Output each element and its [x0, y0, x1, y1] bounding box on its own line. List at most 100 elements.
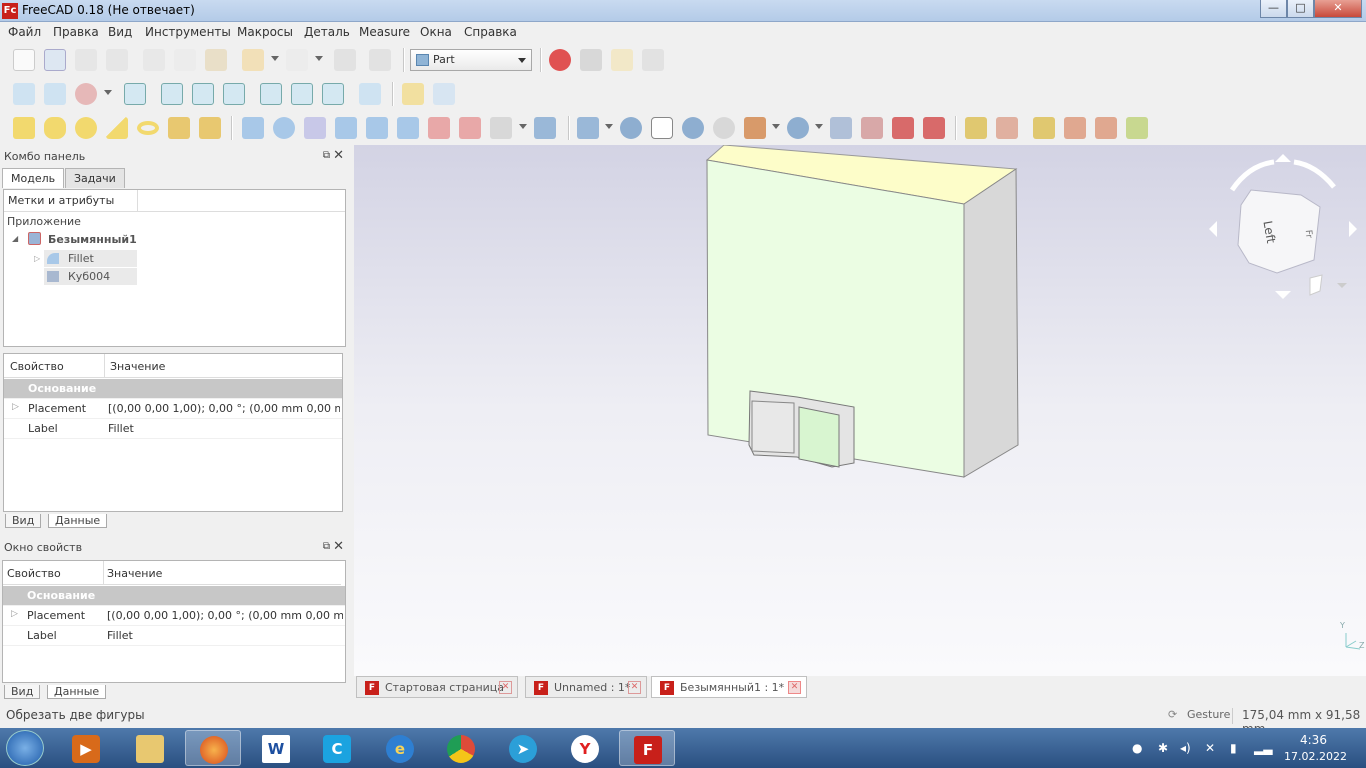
fit-selection-icon[interactable] — [44, 83, 66, 105]
boolean-icon[interactable] — [620, 117, 642, 139]
taskbar-telegram[interactable]: ➤ — [495, 730, 551, 766]
sphere-icon[interactable] — [75, 117, 97, 139]
split-icon[interactable] — [787, 117, 809, 139]
fit-all-icon[interactable] — [13, 83, 35, 105]
cone-icon[interactable] — [106, 117, 128, 139]
close-window-button[interactable]: ✕ — [1314, 0, 1362, 18]
run-macro-icon[interactable] — [642, 49, 664, 71]
menu-measure[interactable]: Measure — [359, 25, 410, 39]
cross-sections-icon[interactable] — [923, 117, 945, 139]
close-panel-icon[interactable]: ✕ — [333, 148, 344, 163]
save-as-icon[interactable] — [106, 49, 128, 71]
property-group-row[interactable]: Основание — [4, 379, 342, 399]
record-macro-icon[interactable] — [549, 49, 571, 71]
measure-linear-icon[interactable] — [965, 117, 987, 139]
3d-viewport[interactable]: Left Fr Y Z — [354, 144, 1366, 676]
sweep-icon[interactable] — [459, 117, 481, 139]
document-label[interactable]: Безымянный1 — [48, 233, 137, 246]
menu-file[interactable]: Файл — [8, 25, 41, 39]
common-icon[interactable] — [713, 117, 735, 139]
measure-toggle-delta-icon[interactable] — [1126, 117, 1148, 139]
taskbar-explorer[interactable] — [122, 730, 178, 766]
stop-macro-icon[interactable] — [580, 49, 602, 71]
undo-dropdown-icon[interactable] — [271, 56, 279, 61]
maximize-button[interactable]: □ — [1287, 0, 1314, 18]
menu-edit[interactable]: Правка — [53, 25, 99, 39]
split-dropdown-icon[interactable] — [815, 124, 823, 129]
join-dropdown-icon[interactable] — [772, 124, 780, 129]
bottom-view-icon[interactable] — [291, 83, 313, 105]
taskbar-yandex[interactable]: Y — [557, 730, 613, 766]
taskbar-chrome[interactable] — [433, 730, 489, 766]
menu-view[interactable]: Вид — [108, 25, 132, 39]
taskbar-chat-app[interactable]: C — [309, 730, 365, 766]
cut-icon[interactable] — [143, 49, 165, 71]
edit-macro-icon[interactable] — [611, 49, 633, 71]
primitives-icon[interactable] — [168, 117, 190, 139]
property-row-label[interactable]: Label Fillet — [3, 626, 345, 646]
close-panel-icon[interactable]: ✕ — [333, 539, 344, 554]
create-group-icon[interactable] — [433, 83, 455, 105]
defeaturing-icon[interactable] — [861, 117, 883, 139]
open-file-icon[interactable] — [44, 49, 66, 71]
redo-dropdown-icon[interactable] — [315, 56, 323, 61]
tab-view[interactable]: Вид — [4, 685, 41, 699]
property-row-label[interactable]: Label Fillet — [4, 419, 342, 439]
right-view-icon[interactable] — [223, 83, 245, 105]
expand-arrow-icon[interactable]: ▷ — [11, 609, 18, 619]
torus-icon[interactable] — [137, 121, 159, 135]
compound-icon[interactable] — [577, 117, 599, 139]
whats-this-icon[interactable] — [369, 49, 391, 71]
paste-icon[interactable] — [205, 49, 227, 71]
taskbar-firefox[interactable] — [185, 730, 241, 766]
close-tab-icon[interactable]: ✕ — [788, 681, 801, 694]
volume-icon[interactable]: ◂) — [1180, 741, 1191, 755]
collapse-arrow-icon[interactable]: ▷ — [34, 254, 40, 263]
menu-macros[interactable]: Макросы — [237, 25, 293, 39]
clock-time[interactable]: 4:36 — [1300, 733, 1327, 747]
tab-data[interactable]: Данные — [48, 514, 108, 528]
doc-tab-document[interactable]: F Безымянный1 : 1* ✕ — [651, 676, 807, 698]
measure-refresh-icon[interactable] — [1033, 117, 1055, 139]
undo-icon[interactable] — [242, 49, 264, 71]
signal-icon[interactable]: ▂▃ — [1254, 741, 1272, 755]
mirror-icon[interactable] — [304, 117, 326, 139]
window-title-bar[interactable]: Fc FreeCAD 0.18 (Не отвечает) — [0, 0, 1366, 22]
create-part-icon[interactable] — [402, 83, 424, 105]
menu-tools[interactable]: Инструменты — [145, 25, 231, 39]
network-warning-icon[interactable]: ✕ — [1205, 741, 1215, 755]
chamfer-icon[interactable] — [366, 117, 388, 139]
navigation-style-button[interactable]: Gesture — [1187, 708, 1230, 721]
cut-shapes-icon[interactable] — [651, 117, 673, 139]
thickness-icon[interactable] — [534, 117, 556, 139]
section-icon[interactable] — [892, 117, 914, 139]
close-tab-icon[interactable]: ✕ — [628, 681, 641, 694]
doc-tab-start-page[interactable]: F Стартовая страница ✕ — [356, 676, 518, 698]
draw-style-icon[interactable] — [75, 83, 97, 105]
ruled-surface-icon[interactable] — [397, 117, 419, 139]
battery-icon[interactable]: ▮ — [1230, 741, 1237, 755]
isometric-view-icon[interactable] — [124, 83, 146, 105]
float-panel-icon[interactable]: ⧉ — [323, 150, 330, 161]
menu-windows[interactable]: Окна — [420, 25, 452, 39]
refresh-icon[interactable] — [334, 49, 356, 71]
tree-item-cube[interactable]: Куб004 — [44, 268, 137, 285]
menu-part[interactable]: Деталь — [304, 25, 350, 39]
taskbar-media-player[interactable]: ▶ — [58, 730, 114, 766]
check-geometry-icon[interactable] — [830, 117, 852, 139]
taskbar-internet-explorer[interactable]: e — [372, 730, 428, 766]
property-row-placement[interactable]: ▷ Placement [(0,00 0,00 1,00); 0,00 °; (… — [4, 399, 342, 419]
workbench-selector[interactable]: Part — [410, 49, 532, 71]
draw-style-dropdown-icon[interactable] — [104, 90, 112, 95]
property-group-row[interactable]: Основание — [3, 586, 345, 606]
doc-tab-unnamed[interactable]: F Unnamed : 1* ✕ — [525, 676, 647, 698]
front-view-icon[interactable] — [161, 83, 183, 105]
expand-arrow-icon[interactable]: ◢ — [12, 234, 18, 243]
yandex-tray-icon[interactable]: ● — [1132, 741, 1142, 755]
compound-dropdown-icon[interactable] — [605, 124, 613, 129]
join-features-icon[interactable] — [744, 117, 766, 139]
property-row-placement[interactable]: ▷ Placement [(0,00 0,00 1,00); 0,00 °; (… — [3, 606, 345, 626]
measure-toggle-3d-icon[interactable] — [1095, 117, 1117, 139]
loft-icon[interactable] — [428, 117, 450, 139]
menu-help[interactable]: Справка — [464, 25, 517, 39]
